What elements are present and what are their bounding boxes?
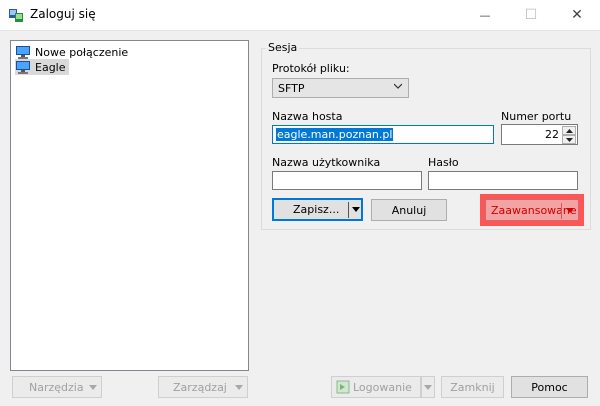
host-input[interactable]: eagle.man.poznan.pl — [272, 125, 494, 144]
manage-label: Zarządzaj — [173, 380, 227, 394]
app-icon — [9, 9, 23, 22]
minimize-button[interactable]: — — [462, 0, 508, 30]
computer-icon — [16, 46, 30, 59]
save-button[interactable]: Zapisz... — [272, 198, 363, 221]
port-label: Numer portu — [501, 110, 572, 123]
arrow-down-icon — [565, 137, 573, 142]
login-label: Logowanie — [353, 380, 412, 394]
dropdown-arrow-icon[interactable] — [352, 207, 360, 212]
tree-item-label: Nowe połączenie — [35, 45, 129, 59]
password-label: Hasło — [428, 156, 459, 169]
dropdown-arrow-icon — [89, 385, 97, 390]
window-title: Zaloguj się — [30, 7, 96, 21]
split-divider — [561, 203, 562, 219]
login-icon — [336, 380, 350, 394]
maximize-button[interactable]: ☐ — [508, 0, 554, 30]
close-button[interactable]: Zamknij — [441, 376, 504, 398]
login-button[interactable]: Logowanie — [331, 376, 421, 398]
site-tree[interactable]: Nowe połączenie Eagle — [10, 40, 249, 371]
tools-button[interactable]: Narzędzia — [12, 376, 102, 398]
minimize-icon: — — [479, 8, 491, 22]
dropdown-arrow-icon[interactable] — [566, 208, 574, 213]
protocol-label: Protokół pliku: — [272, 62, 350, 75]
host-value: eagle.man.poznan.pl — [276, 128, 394, 141]
computer-icon — [16, 61, 30, 74]
port-increment-button[interactable] — [562, 126, 576, 135]
help-button[interactable]: Pomoc — [511, 376, 588, 398]
login-dropdown-button[interactable] — [421, 376, 435, 398]
port-decrement-button[interactable] — [562, 135, 576, 144]
dropdown-arrow-icon — [424, 385, 432, 390]
username-label: Nazwa użytkownika — [272, 156, 381, 169]
advanced-label: Zaawansowane — [491, 203, 577, 217]
close-label: Zamknij — [450, 380, 495, 394]
dropdown-arrow-icon — [235, 385, 243, 390]
split-divider — [348, 202, 349, 218]
arrow-up-icon — [565, 128, 573, 133]
maximize-icon: ☐ — [524, 7, 538, 23]
protocol-value: SFTP — [278, 81, 305, 95]
port-value: 22 — [545, 128, 559, 141]
title-bar: Zaloguj się — ☐ ✕ — [0, 0, 600, 31]
close-icon: ✕ — [571, 7, 583, 23]
protocol-select[interactable]: SFTP — [272, 78, 409, 98]
cancel-button[interactable]: Anuluj — [371, 199, 447, 221]
tools-label: Narzędzia — [29, 380, 84, 394]
host-label: Nazwa hosta — [272, 110, 343, 123]
save-label: Zapisz... — [293, 203, 340, 216]
username-input[interactable] — [272, 171, 422, 190]
port-spinner[interactable]: 22 — [501, 124, 578, 145]
help-label: Pomoc — [531, 380, 568, 394]
tree-item-eagle[interactable]: Eagle — [15, 59, 69, 75]
tree-item-new-connection[interactable]: Nowe połączenie — [15, 44, 131, 60]
chevron-down-icon — [394, 83, 402, 89]
cancel-label: Anuluj — [391, 203, 427, 217]
password-input[interactable] — [428, 171, 578, 190]
manage-button[interactable]: Zarządzaj — [158, 376, 248, 398]
session-group-label: Sesja — [266, 41, 300, 54]
tree-item-label: Eagle — [35, 60, 66, 74]
advanced-button[interactable]: Zaawansowane — [485, 199, 579, 221]
close-window-button[interactable]: ✕ — [554, 0, 600, 30]
